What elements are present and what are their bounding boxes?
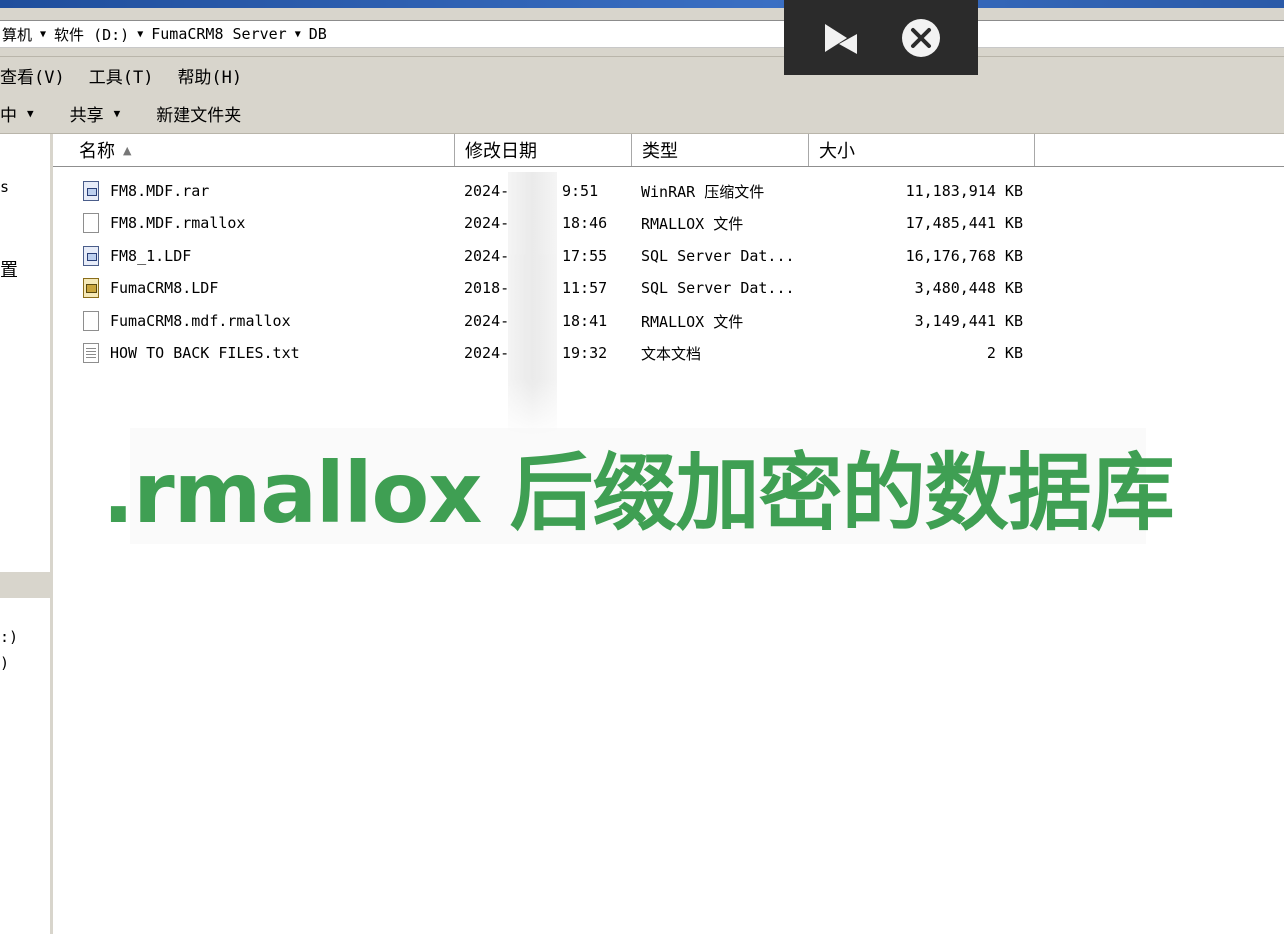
new-folder-button[interactable]: 新建文件夹 — [156, 101, 241, 126]
menu-tools[interactable]: 工具(T) — [89, 63, 154, 88]
file-date: 2024- — [464, 182, 510, 200]
file-type: SQL Server Dat... — [641, 279, 795, 297]
column-header-row: 名称 ▲ 修改日期 类型 大小 — [53, 134, 1284, 167]
file-type: WinRAR 压缩文件 — [641, 182, 765, 201]
share-screen-icon[interactable] — [817, 14, 865, 62]
column-header-type[interactable]: 类型 — [632, 134, 809, 166]
nav-separator — [0, 572, 50, 598]
column-size-label: 大小 — [819, 141, 855, 162]
breadcrumb-drive[interactable]: 软件 (D:) — [54, 24, 129, 45]
breadcrumb-folder-db[interactable]: DB — [309, 25, 327, 43]
file-size: 16,176,768 KB — [905, 247, 1023, 265]
file-time: 17:55 — [562, 247, 608, 265]
sort-ascending-icon: ▲ — [123, 143, 132, 157]
menu-help[interactable]: 帮助(H) — [177, 63, 242, 88]
breadcrumb-arrow-icon[interactable]: ▼ — [295, 29, 301, 40]
column-header-date[interactable]: 修改日期 — [455, 134, 632, 166]
window-titlebar — [0, 0, 1284, 8]
address-bar[interactable]: 算机 ▼ 软件 (D:) ▼ FumaCRM8 Server ▼ DB — [0, 20, 1284, 48]
file-name: FM8.MDF.rmallox — [110, 214, 246, 232]
file-name: FumaCRM8.mdf.rmallox — [110, 312, 291, 330]
screen-share-controls — [784, 0, 978, 75]
file-date: 2018- — [464, 279, 510, 297]
command-toolbar: 中 ▼ 共享 ▼ 新建文件夹 — [0, 93, 1284, 134]
file-row[interactable]: HOW TO BACK FILES.txt 2024- 19:32 文本文档 2… — [53, 337, 1284, 369]
column-name-label: 名称 — [79, 141, 115, 162]
file-size: 17,485,441 KB — [905, 214, 1023, 232]
menu-bar: 查看(V) 工具(T) 帮助(H) — [0, 57, 1284, 93]
file-time: 18:46 — [562, 214, 608, 232]
include-in-library-button[interactable]: 中 ▼ — [0, 101, 34, 126]
breadcrumb-folder-server[interactable]: FumaCRM8 Server — [151, 25, 286, 43]
file-row[interactable]: FM8_1.LDF 2024- 17:55 SQL Server Dat... … — [53, 240, 1284, 272]
address-bar-region: 算机 ▼ 软件 (D:) ▼ FumaCRM8 Server ▼ DB — [0, 8, 1284, 57]
file-size: 2 KB — [986, 344, 1023, 362]
file-type: SQL Server Dat... — [641, 247, 795, 265]
file-name: HOW TO BACK FILES.txt — [110, 344, 300, 362]
navigation-pane[interactable]: s 置 :) ) — [0, 134, 53, 934]
breadcrumb-arrow-icon[interactable]: ▼ — [137, 29, 143, 40]
redaction-blur — [508, 172, 557, 438]
column-date-label: 修改日期 — [465, 141, 537, 162]
file-name: FumaCRM8.LDF — [110, 279, 219, 297]
chevron-down-icon: ▼ — [27, 106, 34, 120]
breadcrumb-computer[interactable]: 算机 — [2, 24, 32, 45]
file-time: 19:32 — [562, 344, 608, 362]
overlay-caption: .rmallox 后缀加密的数据库 — [102, 428, 1175, 544]
file-name: FM8.MDF.rar — [110, 182, 210, 200]
file-size: 3,480,448 KB — [914, 279, 1023, 297]
nav-item-fragment[interactable]: 置 — [0, 256, 18, 282]
file-time: 11:57 — [562, 279, 608, 297]
close-icon[interactable] — [897, 14, 945, 62]
include-in-library-label: 中 — [0, 105, 17, 126]
share-label: 共享 — [69, 105, 104, 126]
file-time: 9:51 — [562, 182, 599, 200]
column-header-name[interactable]: 名称 ▲ — [53, 134, 455, 166]
file-row[interactable]: FumaCRM8.mdf.rmallox 2024- 18:41 RMALLOX… — [53, 305, 1284, 337]
nav-item-fragment[interactable]: ) — [0, 654, 9, 672]
file-size: 3,149,441 KB — [914, 312, 1023, 330]
file-date: 2024- — [464, 247, 510, 265]
nav-item-fragment[interactable]: s — [0, 178, 9, 196]
file-type: RMALLOX 文件 — [641, 312, 744, 331]
file-time: 18:41 — [562, 312, 608, 330]
menu-view[interactable]: 查看(V) — [0, 63, 65, 88]
file-row[interactable]: FM8.MDF.rar 2024- 9:51 WinRAR 压缩文件 11,18… — [53, 175, 1284, 207]
nav-item-fragment[interactable]: :) — [0, 628, 18, 646]
file-row[interactable]: FumaCRM8.LDF 2018- 11:57 SQL Server Dat.… — [53, 272, 1284, 304]
file-date: 2024- — [464, 344, 510, 362]
chevron-down-icon: ▼ — [113, 106, 121, 120]
file-row[interactable]: FM8.MDF.rmallox 2024- 18:46 RMALLOX 文件 1… — [53, 207, 1284, 239]
file-type: RMALLOX 文件 — [641, 214, 744, 233]
file-size: 11,183,914 KB — [905, 182, 1023, 200]
file-date: 2024- — [464, 312, 510, 330]
column-type-label: 类型 — [642, 141, 678, 162]
breadcrumb-arrow-icon[interactable]: ▼ — [40, 29, 46, 40]
share-button[interactable]: 共享 ▼ — [70, 101, 121, 126]
file-name: FM8_1.LDF — [110, 247, 192, 265]
file-type: 文本文档 — [641, 344, 702, 363]
column-header-size[interactable]: 大小 — [809, 134, 1035, 166]
file-date: 2024- — [464, 214, 510, 232]
